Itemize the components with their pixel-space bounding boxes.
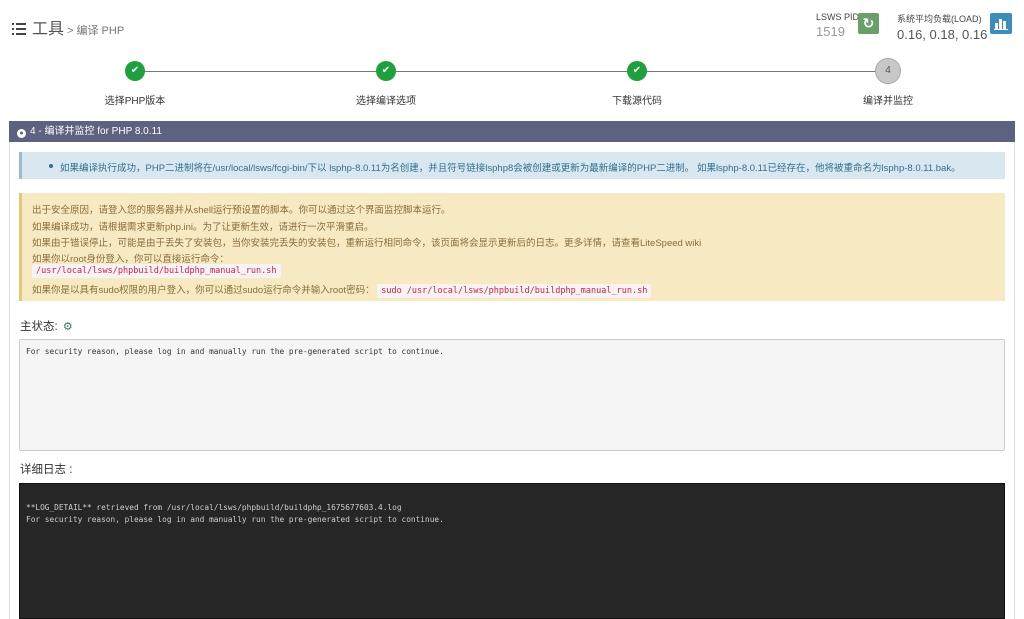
status-title: 主状态:	[20, 321, 58, 333]
system-load: 系统平均负载(LOAD) 0.16, 0.18, 0.16	[897, 12, 987, 42]
warning-text: 如果你是以具有sudo权限的用户登入，你可以通过sudo运行命令并输入root密…	[32, 285, 375, 296]
step-number: 4	[875, 58, 901, 84]
page-header: 工具 > 编译 PHP LSWS PID 1519 ↻ 系统平均负载(LOAD)…	[0, 0, 1024, 52]
bar-chart-icon[interactable]	[990, 13, 1012, 34]
collapse-icon[interactable]: ●	[17, 129, 26, 138]
status-output: For security reason, please log in and m…	[19, 339, 1005, 451]
wizard-steps: ✔ 选择PHP版本 ✔ 选择编译选项 ✔ 下载源代码 4 编译并监控	[0, 56, 1024, 112]
section-header[interactable]: ● 4 - 编译并监控 for PHP 8.0.11	[9, 121, 1015, 142]
page-subtitle: > 编译 PHP	[67, 25, 125, 37]
load-value: 0.16, 0.18, 0.16	[897, 27, 988, 42]
page-title: 工具	[32, 21, 65, 38]
status-heading: 主状态: ⚙	[20, 318, 73, 334]
root-command: /usr/local/lsws/phpbuild/buildphp_manual…	[32, 264, 281, 278]
warning-line: 如果你是以具有sudo权限的用户登入，你可以通过sudo运行命令并输入root密…	[32, 282, 652, 298]
info-alert: 如果编译执行成功，PHP二进制将在/usr/local/lsws/fcgi-bi…	[19, 152, 1005, 179]
gear-icon: ⚙	[62, 321, 73, 333]
steps-connector	[135, 71, 888, 72]
warning-line: 如果由于错误停止，可能是由于丢失了安装包，当你安装完丢失的安装包，重新运行相同命…	[32, 238, 702, 249]
step-check-icon: ✔	[125, 61, 145, 81]
step-label: 选择编译选项	[356, 96, 416, 107]
step-label: 下载源代码	[612, 96, 662, 107]
log-heading: 详细日志 :	[20, 464, 73, 476]
root-command-code: /usr/local/lsws/phpbuild/buildphp_manual…	[32, 264, 281, 278]
log-line: For security reason, please log in and m…	[26, 515, 444, 524]
step-label: 编译并监控	[863, 96, 913, 107]
list-icon	[12, 23, 26, 35]
breadcrumb: 工具 > 编译 PHP	[12, 15, 124, 39]
step-check-icon: ✔	[376, 61, 396, 81]
lsws-pid: LSWS PID 1519	[816, 12, 859, 39]
step-label: 选择PHP版本	[104, 96, 166, 107]
load-label: 系统平均负载(LOAD)	[897, 14, 982, 24]
section-title: 4 - 编译并监控 for PHP 8.0.11	[30, 126, 162, 137]
status-text: For security reason, please log in and m…	[26, 347, 444, 356]
refresh-icon[interactable]: ↻	[858, 13, 879, 34]
step-check-icon: ✔	[627, 61, 647, 81]
log-output[interactable]: **LOG_DETAIL** retrieved from /usr/local…	[19, 483, 1005, 619]
pid-value: 1519	[816, 24, 845, 39]
info-text: 如果编译执行成功，PHP二进制将在/usr/local/lsws/fcgi-bi…	[60, 163, 961, 174]
warning-line: 如果编译成功，请根据需求更新php.ini。为了让更新生效，请进行一次平滑重启。	[32, 222, 374, 233]
pid-label: LSWS PID	[816, 12, 860, 22]
warning-alert: 出于安全原因，请登入您的服务器并从shell运行预设置的脚本。你可以通过这个界面…	[19, 193, 1005, 301]
warning-line: 出于安全原因，请登入您的服务器并从shell运行预设置的脚本。你可以通过这个界面…	[32, 205, 451, 216]
log-line: **LOG_DETAIL** retrieved from /usr/local…	[26, 503, 402, 512]
bullet-icon	[49, 164, 53, 168]
warning-line: 如果你以root身份登入，你可以直接运行命令：	[32, 254, 229, 265]
sudo-command-code: sudo /usr/local/lsws/phpbuild/buildphp_m…	[377, 284, 652, 298]
